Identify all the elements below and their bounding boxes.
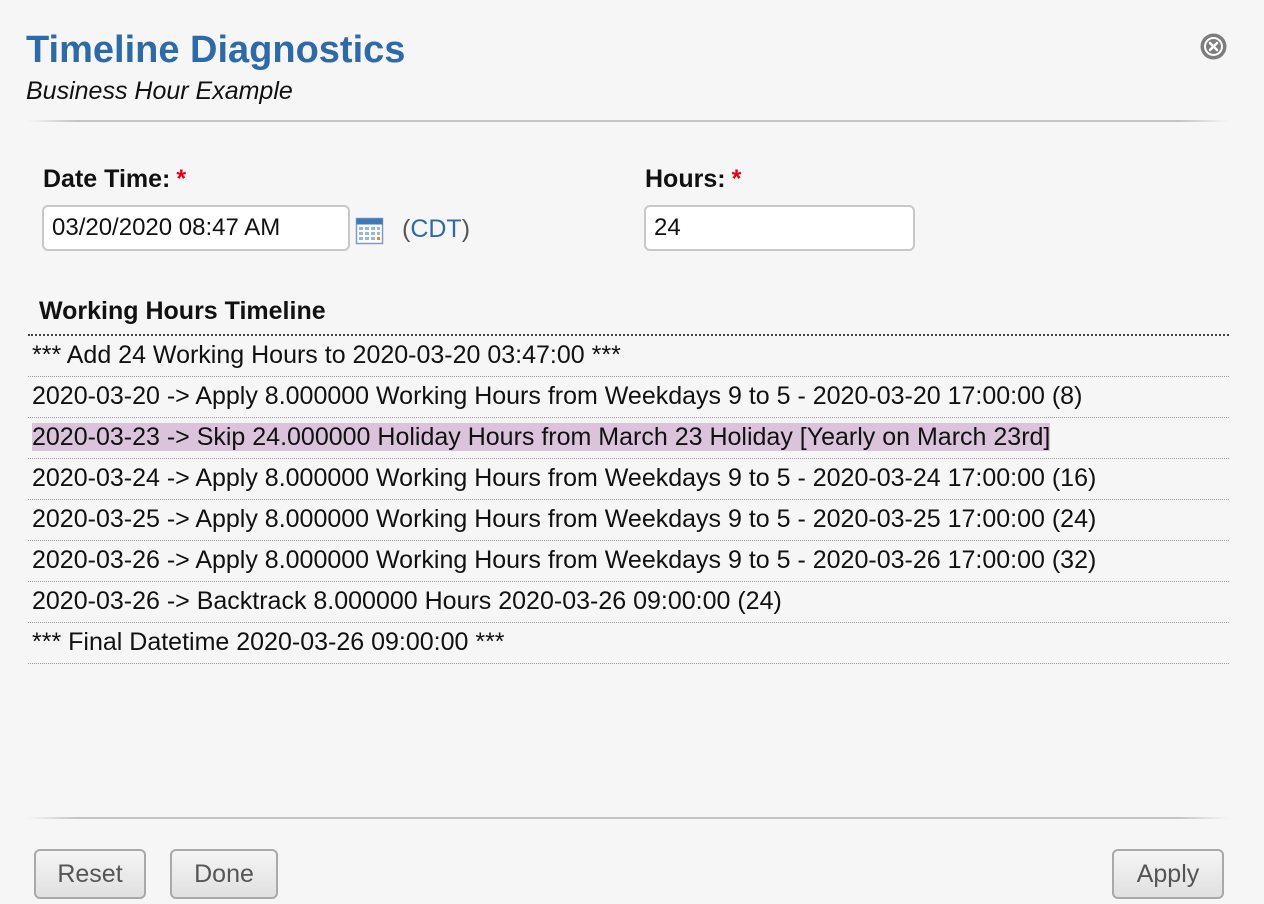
timezone-indicator: (CDT) [402, 212, 470, 246]
timeline-row: 2020-03-24 -> Apply 8.000000 Working Hou… [28, 459, 1229, 500]
reset-button[interactable]: Reset [34, 849, 146, 899]
tz-close-paren: ) [461, 215, 471, 243]
timeline-row: 2020-03-25 -> Apply 8.000000 Working Hou… [28, 500, 1229, 541]
timeline-row: *** Final Datetime 2020-03-26 09:00:00 *… [28, 623, 1229, 664]
timeline-row-holiday: 2020-03-23 -> Skip 24.000000 Holiday Hou… [28, 418, 1229, 459]
datetime-input[interactable] [42, 205, 350, 251]
header-divider [28, 120, 1228, 122]
hours-input[interactable] [644, 205, 915, 251]
timeline-row: 2020-03-26 -> Backtrack 8.000000 Hours 2… [28, 582, 1229, 623]
timeline-row: 2020-03-20 -> Apply 8.000000 Working Hou… [28, 377, 1229, 418]
done-button[interactable]: Done [170, 849, 278, 899]
dialog-subtitle: Business Hour Example [26, 77, 293, 105]
close-icon[interactable] [1199, 32, 1228, 61]
footer-divider [28, 817, 1228, 819]
apply-button[interactable]: Apply [1112, 849, 1224, 899]
timeline-row: *** Add 24 Working Hours to 2020-03-20 0… [28, 336, 1229, 377]
hours-label-text: Hours: [645, 165, 726, 193]
datetime-label: Date Time: * [43, 162, 186, 196]
holiday-highlight: 2020-03-23 -> Skip 24.000000 Holiday Hou… [32, 423, 1051, 451]
required-mark: * [731, 165, 742, 193]
timeline-heading: Working Hours Timeline [39, 297, 326, 325]
timeline-row: 2020-03-26 -> Apply 8.000000 Working Hou… [28, 541, 1229, 582]
required-mark: * [176, 165, 187, 193]
calendar-icon[interactable] [355, 217, 384, 245]
dialog-title: Timeline Diagnostics [26, 29, 406, 71]
hours-label: Hours: * [645, 162, 741, 196]
timezone-link[interactable]: CDT [410, 215, 461, 243]
timeline-list: *** Add 24 Working Hours to 2020-03-20 0… [28, 334, 1229, 664]
datetime-label-text: Date Time: [43, 165, 171, 193]
